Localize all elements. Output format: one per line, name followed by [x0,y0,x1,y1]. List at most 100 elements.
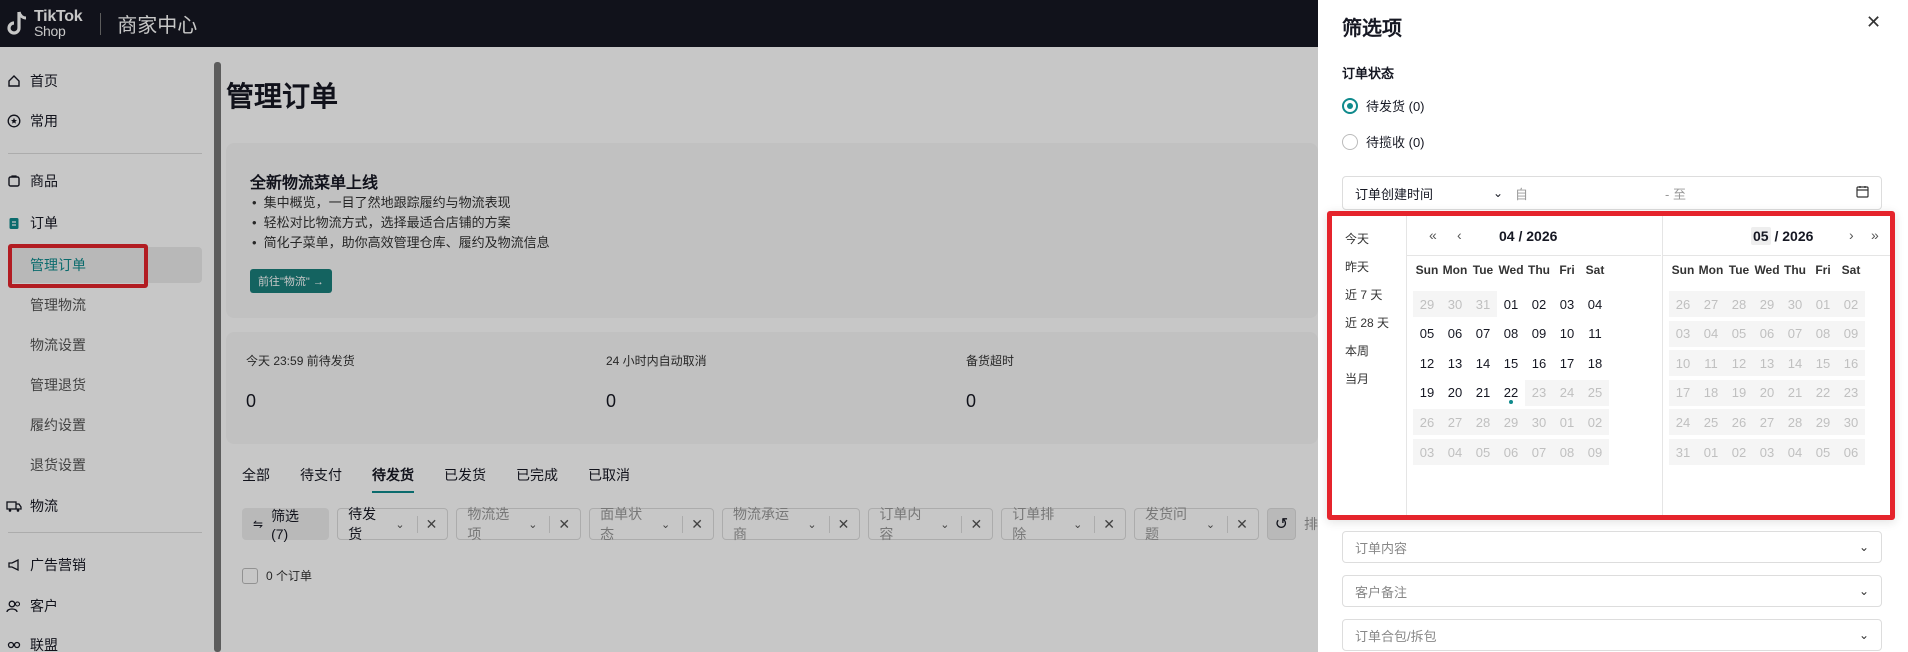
calendar-month-left: « ‹ 04 / 2026 Sun Mon Tue Wed Thu Fri Sat 29 30… [1407,216,1661,515]
calendar-day[interactable]: 02 [1525,291,1553,317]
calendar-day: 06 [1497,439,1525,465]
calendar-day: 29 [1809,409,1837,436]
calendar-day: 13 [1753,350,1781,377]
calendar-day[interactable]: 11 [1581,321,1609,347]
radio-button[interactable] [1342,97,1358,114]
calendar-day[interactable]: 15 [1497,350,1525,376]
select-placeholder: 客户备注 [1355,584,1408,600]
calendar-day: 24 [1553,379,1581,406]
month-label[interactable]: 04 / 2026 [1499,228,1557,244]
order-status-label: 订单状态 [1342,66,1395,81]
chevron-down-icon: ⌄ [1858,628,1869,642]
calendar-day[interactable]: 20 [1441,380,1469,406]
combine-split-select[interactable]: 订单合包/拆包 ⌄ [1342,619,1882,651]
month-header: 05 / 2026 › » [1663,216,1890,256]
calendar-day: 14 [1781,350,1809,377]
weekday-label: Sat [1841,263,1861,277]
date-type-select[interactable]: 订单创建时间 ⌄ [1343,184,1515,203]
radio-label: 待发货 (0) [1366,99,1425,114]
calendar-day[interactable]: 05 [1413,321,1441,347]
radio-label: 待揽收 (0) [1366,135,1425,150]
preset-this-week[interactable]: 本周 [1345,342,1369,359]
calendar-day: 10 [1669,350,1697,377]
calendar-day[interactable]: 21 [1469,380,1497,406]
customer-note-select[interactable]: 客户备注 ⌄ [1342,575,1882,607]
date-range-field[interactable]: 订单创建时间 ⌄ 自 - 至 [1342,176,1882,210]
calendar-day: 29 [1753,291,1781,317]
calendar-day[interactable]: 04 [1581,291,1609,317]
calendar-day: 20 [1753,379,1781,406]
month-label[interactable]: 05 / 2026 [1751,227,1813,245]
radio-awaiting-shipment[interactable]: 待发货 (0) [1342,96,1425,115]
calendar-day: 04 [1781,439,1809,465]
calendar-day: 03 [1413,439,1441,465]
modal-backdrop[interactable] [0,0,1318,652]
close-icon[interactable]: ✕ [1866,12,1881,33]
calendar-day: 06 [1837,439,1865,465]
calendar-day[interactable]: 18 [1581,350,1609,376]
calendar-day: 02 [1581,409,1609,436]
calendar-day: 05 [1809,439,1837,465]
calendar-day: 31 [1669,439,1697,465]
date-presets: 今天 昨天 近 7 天 近 28 天 本周 当月 [1332,216,1407,515]
calendar-day[interactable]: 07 [1469,321,1497,347]
weekday-label: Wed [1754,263,1780,277]
calendar-day: 07 [1525,439,1553,465]
preset-today[interactable]: 今天 [1345,230,1369,247]
select-placeholder: 订单内容 [1355,540,1408,556]
weekday-label: Tue [1472,263,1494,277]
radio-awaiting-collection[interactable]: 待揽收 (0) [1342,132,1425,151]
calendar-day: 16 [1837,350,1865,377]
calendar-day: 12 [1725,350,1753,377]
order-content-select[interactable]: 订单内容 ⌄ [1342,531,1882,563]
calendar-day: 01 [1697,439,1725,465]
calendar-day[interactable]: 08 [1497,321,1525,347]
month-header: « ‹ 04 / 2026 [1407,216,1661,256]
calendar-day[interactable]: 01 [1497,291,1525,317]
weekday-label: Sun [1415,263,1439,277]
chevron-down-icon: ⌄ [1492,186,1503,200]
calendar-month-right: 05 / 2026 › » Sun Mon Tue Wed Thu Fri Sat 26 27… [1662,216,1890,515]
preset-this-month[interactable]: 当月 [1345,370,1369,387]
calendar-day[interactable]: 10 [1553,321,1581,347]
calendar-day[interactable]: 03 [1553,291,1581,317]
calendar-day: 29 [1413,291,1441,317]
calendar-day: 11 [1697,350,1725,377]
calendar-day[interactable]: 17 [1553,350,1581,376]
calendar-day: 05 [1469,439,1497,465]
preset-last-28-days[interactable]: 近 28 天 [1345,314,1389,331]
date-from-input[interactable]: 自 [1515,184,1665,203]
calendar-day: 28 [1725,291,1753,317]
weekday-label: Fri [1815,263,1831,277]
weekday-header: Sun Mon Tue Wed Thu Fri Sat [1669,263,1865,277]
prev-month-icon[interactable]: ‹ [1457,227,1462,243]
calendar-day[interactable]: 16 [1525,350,1553,376]
date-to-input[interactable]: - 至 [1665,184,1686,203]
calendar-day: 21 [1781,379,1809,406]
preset-yesterday[interactable]: 昨天 [1345,258,1369,275]
weekday-header: Sun Mon Tue Wed Thu Fri Sat [1413,263,1609,277]
next-year-icon[interactable]: » [1871,227,1879,243]
prev-year-icon[interactable]: « [1429,227,1437,243]
calendar-day: 23 [1837,379,1865,406]
calendar-day[interactable]: 22 [1497,380,1525,406]
calendar-day: 29 [1497,409,1525,436]
calendar-day: 27 [1697,291,1725,317]
calendar-day: 26 [1725,409,1753,436]
weekday-label: Tue [1728,263,1750,277]
radio-button[interactable] [1342,133,1358,150]
calendar-day: 04 [1441,439,1469,465]
calendar-day: 28 [1781,409,1809,436]
calendar-day[interactable]: 19 [1413,380,1441,406]
calendar-day[interactable]: 09 [1525,321,1553,347]
calendar-day[interactable]: 06 [1441,321,1469,347]
next-month-icon[interactable]: › [1849,227,1854,243]
calendar-day[interactable]: 14 [1469,350,1497,376]
calendar-icon[interactable] [1856,185,1869,201]
chevron-down-icon: ⌄ [1858,584,1869,598]
preset-last-7-days[interactable]: 近 7 天 [1345,286,1382,303]
calendar-day: 30 [1525,409,1553,436]
calendar-day[interactable]: 12 [1413,350,1441,376]
calendar-day[interactable]: 13 [1441,350,1469,376]
weekday-label: Sun [1671,263,1695,277]
